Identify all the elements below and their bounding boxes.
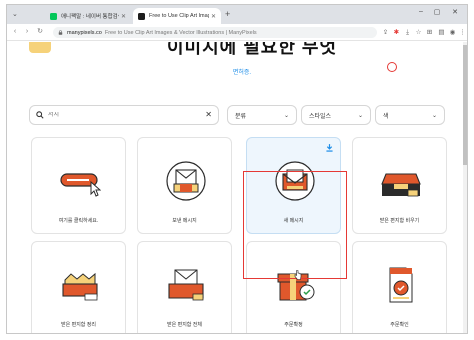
order-confirmed-document-icon: [389, 267, 413, 303]
menu-icon[interactable]: ⋮: [458, 28, 467, 37]
scrollbar-thumb[interactable]: [463, 45, 467, 165]
card-label: 받은 편지함 비우기: [379, 218, 420, 224]
tab-title: 애니팩말 : 네이버 통합검색: [61, 14, 119, 20]
illustration-card[interactable]: 여기를 클릭하세요.: [31, 137, 126, 234]
illustration-card[interactable]: 받은 편지함 정리: [31, 241, 126, 333]
manypixels-favicon-icon: [138, 12, 145, 20]
clear-search-icon[interactable]: ✕: [205, 111, 212, 119]
lock-icon: [58, 30, 63, 35]
illustration-card[interactable]: 보낸 메시지: [137, 137, 232, 234]
click-indicator-circle: [387, 62, 397, 72]
selection-highlight-frame: [243, 171, 347, 279]
search-input[interactable]: [48, 112, 206, 118]
address-bar[interactable]: manypixels.co Free to Use Clip Art Image…: [53, 27, 377, 38]
download-icon[interactable]: ⤓: [403, 28, 412, 37]
tab-naver[interactable]: 애니팩말 : 네이버 통합검색 ✕: [45, 8, 131, 24]
illustration-card[interactable]: 주문확인: [352, 241, 447, 333]
click-here-button-icon: [60, 173, 101, 197]
header-illustration-fragment: [29, 42, 51, 53]
tab-search-icon[interactable]: ⌄: [12, 10, 21, 19]
filter-label: 스타일스: [309, 113, 332, 120]
forward-icon[interactable]: ›: [22, 27, 32, 37]
search-box[interactable]: ✕: [29, 105, 219, 125]
bookmark-icon[interactable]: ☆: [414, 28, 423, 37]
mouse-cursor-icon: [294, 270, 302, 280]
close-icon[interactable]: ✕: [121, 13, 126, 20]
maximize-icon[interactable]: ▢: [431, 8, 443, 16]
download-icon[interactable]: [326, 144, 333, 152]
empty-inbox-icon: [381, 173, 421, 197]
full-inbox-icon: [168, 269, 204, 301]
url-path: Free to Use Clip Art Images & Vector Ill…: [104, 29, 257, 36]
card-label: 주문확정: [284, 322, 303, 328]
filter-label: 분류: [235, 113, 247, 120]
back-icon[interactable]: ‹: [10, 27, 20, 37]
minimize-icon[interactable]: –: [415, 8, 427, 15]
reload-icon[interactable]: ↻: [35, 27, 45, 37]
card-label: 받은 편지함 전체: [167, 322, 202, 328]
url-host: manypixels.co: [67, 29, 102, 36]
color-filter[interactable]: 색 ⌄: [375, 105, 445, 125]
browser-toolbar: ‹ › ↻ manypixels.co Free to Use Clip Art…: [7, 24, 467, 41]
sent-message-icon: [166, 161, 206, 201]
page-title: 이미지에 필요한 무엇: [167, 42, 338, 57]
category-filter[interactable]: 분류 ⌄: [227, 105, 297, 125]
illustration-card[interactable]: 받은 편지함 전체: [137, 241, 232, 333]
browser-window: ⌄ 애니팩말 : 네이버 통합검색 ✕ Free to Use Clip Art…: [6, 4, 468, 334]
page-content: 이미지에 필요한 무엇 면허증. ✕ 분류 ⌄ 스타일스 ⌄ 색 ⌄: [7, 42, 465, 333]
new-tab-button[interactable]: +: [225, 9, 230, 20]
chevron-down-icon: ⌄: [357, 112, 363, 119]
close-window-icon[interactable]: ✕: [449, 8, 461, 16]
share-icon[interactable]: ⇪: [381, 28, 390, 37]
naver-favicon-icon: [50, 12, 57, 20]
card-label: 여기를 클릭하세요.: [58, 218, 99, 224]
tab-title: Free to Use Clip Art Images &: [149, 13, 209, 19]
card-label: 받은 편지함 정리: [61, 322, 96, 328]
chevron-down-icon: ⌄: [283, 112, 289, 119]
reading-list-icon[interactable]: ▤: [437, 28, 446, 37]
extension-icon[interactable]: ✱: [392, 28, 401, 37]
search-icon: [36, 111, 44, 119]
card-label: 보낸 메시지: [172, 218, 197, 224]
card-label: 주문확인: [390, 322, 409, 328]
chevron-down-icon: ⌄: [431, 112, 437, 119]
inbox-clean-icon: [62, 272, 98, 301]
tab-manypixels[interactable]: Free to Use Clip Art Images & ✕: [133, 8, 221, 24]
style-filter[interactable]: 스타일스 ⌄: [301, 105, 371, 125]
illustration-card[interactable]: 받은 편지함 비우기: [352, 137, 447, 234]
tab-strip: ⌄ 애니팩말 : 네이버 통합검색 ✕ Free to Use Clip Art…: [7, 5, 467, 24]
profile-icon[interactable]: ◉: [448, 28, 457, 37]
filter-label: 색: [383, 113, 389, 120]
close-icon[interactable]: ✕: [211, 13, 216, 20]
puzzle-icon[interactable]: ⊞: [425, 28, 434, 37]
